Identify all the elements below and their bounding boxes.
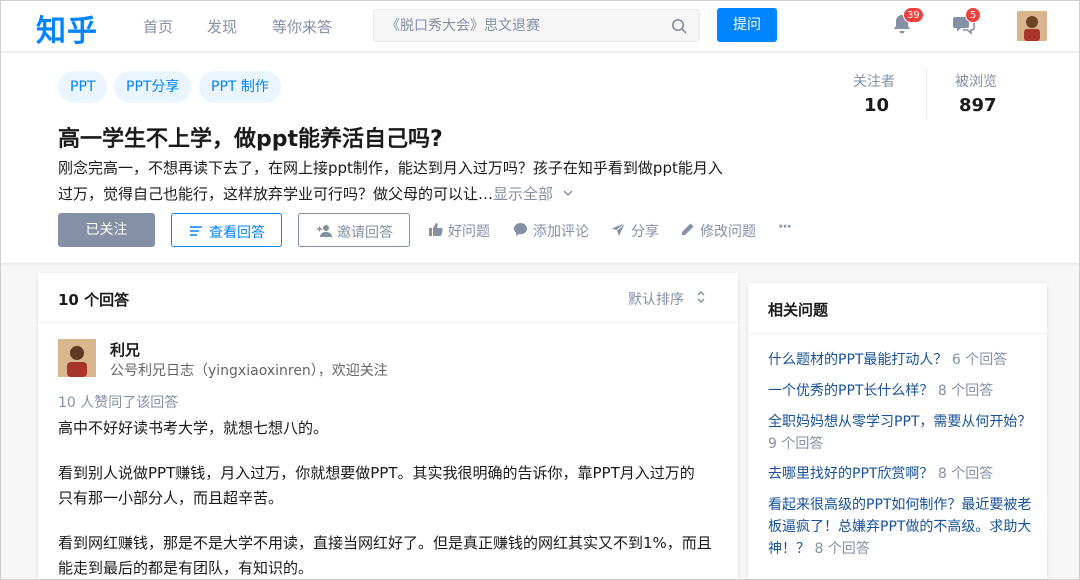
- more-button[interactable]: ···: [778, 219, 792, 235]
- view-answers-label: 查看回答: [209, 225, 265, 241]
- sort-label: 默认排序: [628, 292, 684, 308]
- answer-line: 看到网红赚钱，那是不是大学不用读，直接当网红好了。但是真正赚钱的网红其实又不到1…: [58, 534, 712, 552]
- related-answer-count: 8 个回答: [814, 541, 870, 557]
- sort-chevron-icon: [697, 290, 705, 304]
- question-detail-line: 过万，觉得自己也能行，这样放弃学业可行吗？做父母的可以让…显示全部: [58, 181, 738, 207]
- related-questions-card: 相关问题 什么题材的PPT最能打动人？ 6 个回答 一个优秀的PPT长什么样？ …: [748, 283, 1047, 580]
- related-answer-count: 8 个回答: [937, 383, 994, 399]
- share-icon: [612, 222, 626, 236]
- followers-label: 关注者: [853, 74, 895, 90]
- search-icon[interactable]: [671, 18, 687, 34]
- answer-line: 只有那一小部分人，而且超辛苦。: [58, 489, 284, 507]
- pencil-icon: [682, 223, 694, 235]
- question-detail: 刚念完高一，不想再读下去了，在网上接ppt制作，能达到月入过万吗？孩子在知乎看到…: [58, 155, 738, 207]
- views-count: 897: [959, 95, 997, 116]
- question-header: PPT PPT分享 PPT 制作 关注者 10 被浏览 897 高一学生不上学，…: [0, 53, 1080, 263]
- related-question[interactable]: 去哪里找好的PPT欣赏啊？ 8 个回答: [768, 463, 1033, 485]
- related-question-text: 一个优秀的PPT长什么样？: [768, 383, 934, 399]
- topic-tag[interactable]: PPT分享: [114, 71, 192, 103]
- author-avatar-image: [58, 339, 96, 377]
- answer-line: 能走到最后的都是有团队，有知识的。: [58, 559, 314, 577]
- related-question[interactable]: 看起来很高级的PPT如何制作？最近要被老板逼疯了！总嫌弃PPT做的不高级。求助大…: [768, 494, 1033, 560]
- show-all-button[interactable]: 显示全部: [493, 185, 574, 203]
- invite-answer-button[interactable]: 邀请回答: [298, 213, 410, 247]
- nav-home[interactable]: 首页: [143, 16, 173, 37]
- followers-count[interactable]: 10: [864, 95, 889, 116]
- add-comment-label: 添加评论: [533, 224, 589, 240]
- stats-divider: [926, 69, 927, 119]
- top-navbar: 知乎 首页 发现 等你来答 提问 39 5: [0, 0, 1080, 52]
- divider: [748, 333, 1047, 334]
- views-label: 被浏览: [955, 74, 997, 90]
- message-badge: 5: [965, 7, 981, 23]
- nav-waiting-answers[interactable]: 等你来答: [272, 16, 332, 37]
- sort-dropdown[interactable]: 默认排序: [628, 289, 706, 309]
- related-title: 相关问题: [768, 301, 829, 319]
- answers-header: 10 个回答 默认排序: [38, 273, 738, 323]
- vote-summary: 10 人赞同了该回答: [58, 395, 179, 411]
- related-question-text: 什么题材的PPT最能打动人？: [768, 352, 948, 368]
- topic-tag[interactable]: PPT 制作: [199, 71, 281, 103]
- list-icon: [190, 226, 202, 236]
- answer-count: 10 个回答: [58, 291, 130, 309]
- edit-question-label: 修改问题: [700, 224, 756, 240]
- notifications-button[interactable]: 39: [890, 7, 924, 38]
- author-avatar[interactable]: [58, 339, 96, 377]
- show-all-label: 显示全部: [493, 185, 554, 203]
- answer-paragraph: 看到别人说做PPT赚钱，月入过万，你就想要做PPT。其实我很明确的告诉你，靠PP…: [58, 461, 718, 511]
- add-user-icon: [317, 225, 332, 237]
- related-answer-count: 6 个回答: [951, 352, 1008, 368]
- good-question-label: 好问题: [448, 224, 490, 240]
- share-label: 分享: [631, 224, 659, 240]
- related-question[interactable]: 全职妈妈想从零学习PPT，需要从何开始？ 9 个回答: [768, 411, 1033, 455]
- topic-tag[interactable]: PPT: [58, 71, 108, 103]
- avatar-image: [1017, 11, 1047, 41]
- comment-icon: [514, 223, 527, 236]
- author-bio: 公号利兄日志（yingxiaoxinren），欢迎关注: [110, 363, 388, 379]
- nav-discover[interactable]: 发现: [207, 16, 237, 37]
- notification-badge: 39: [903, 7, 924, 23]
- question-detail-text: 过万，觉得自己也能行，这样放弃学业可行吗？做父母的可以让…: [58, 185, 494, 203]
- zhihu-logo[interactable]: 知乎: [36, 6, 98, 50]
- related-answer-count: 9 个回答: [768, 436, 824, 452]
- author-name[interactable]: 利兄: [110, 339, 140, 360]
- answer-line: 看到别人说做PPT赚钱，月入过万，你就想要做PPT。其实我很明确的告诉你，靠PP…: [58, 464, 695, 482]
- search-input[interactable]: [386, 16, 656, 36]
- answers-card: 10 个回答 默认排序 利兄 公号利兄日志（yingxiaoxinren），欢迎…: [38, 273, 738, 580]
- chevron-down-icon: [563, 190, 573, 197]
- thumbs-up-icon: [429, 223, 443, 236]
- answer-paragraph: 看到网红赚钱，那是不是大学不用读，直接当网红好了。但是真正赚钱的网红其实又不到1…: [58, 531, 718, 580]
- invite-label: 邀请回答: [337, 225, 393, 241]
- related-answer-count: 8 个回答: [937, 466, 994, 482]
- user-avatar[interactable]: [1017, 11, 1047, 41]
- search-box: [373, 9, 700, 42]
- view-answers-button[interactable]: 查看回答: [171, 213, 282, 247]
- related-question-text: 看起来很高级的PPT如何制作？最近要被老板逼疯了！总嫌弃PPT做的不高级。求助大…: [768, 497, 1032, 557]
- related-question[interactable]: 一个优秀的PPT长什么样？ 8 个回答: [768, 380, 1033, 402]
- answer-paragraph: 高中不好好读书考大学，就想七想八的。: [58, 419, 329, 437]
- related-question-text: 去哪里找好的PPT欣赏啊？: [768, 466, 934, 482]
- messages-button[interactable]: 5: [952, 7, 981, 38]
- related-question-text: 全职妈妈想从零学习PPT，需要从何开始？: [768, 414, 1032, 430]
- question-title: 高一学生不上学，做ppt能养活自己吗?: [58, 127, 443, 152]
- followed-button[interactable]: 已关注: [58, 213, 155, 247]
- ask-question-button[interactable]: 提问: [717, 8, 777, 42]
- question-detail-line: 刚念完高一，不想再读下去了，在网上接ppt制作，能达到月入过万吗？孩子在知乎看到…: [58, 159, 723, 177]
- related-question[interactable]: 什么题材的PPT最能打动人？ 6 个回答: [768, 349, 1033, 371]
